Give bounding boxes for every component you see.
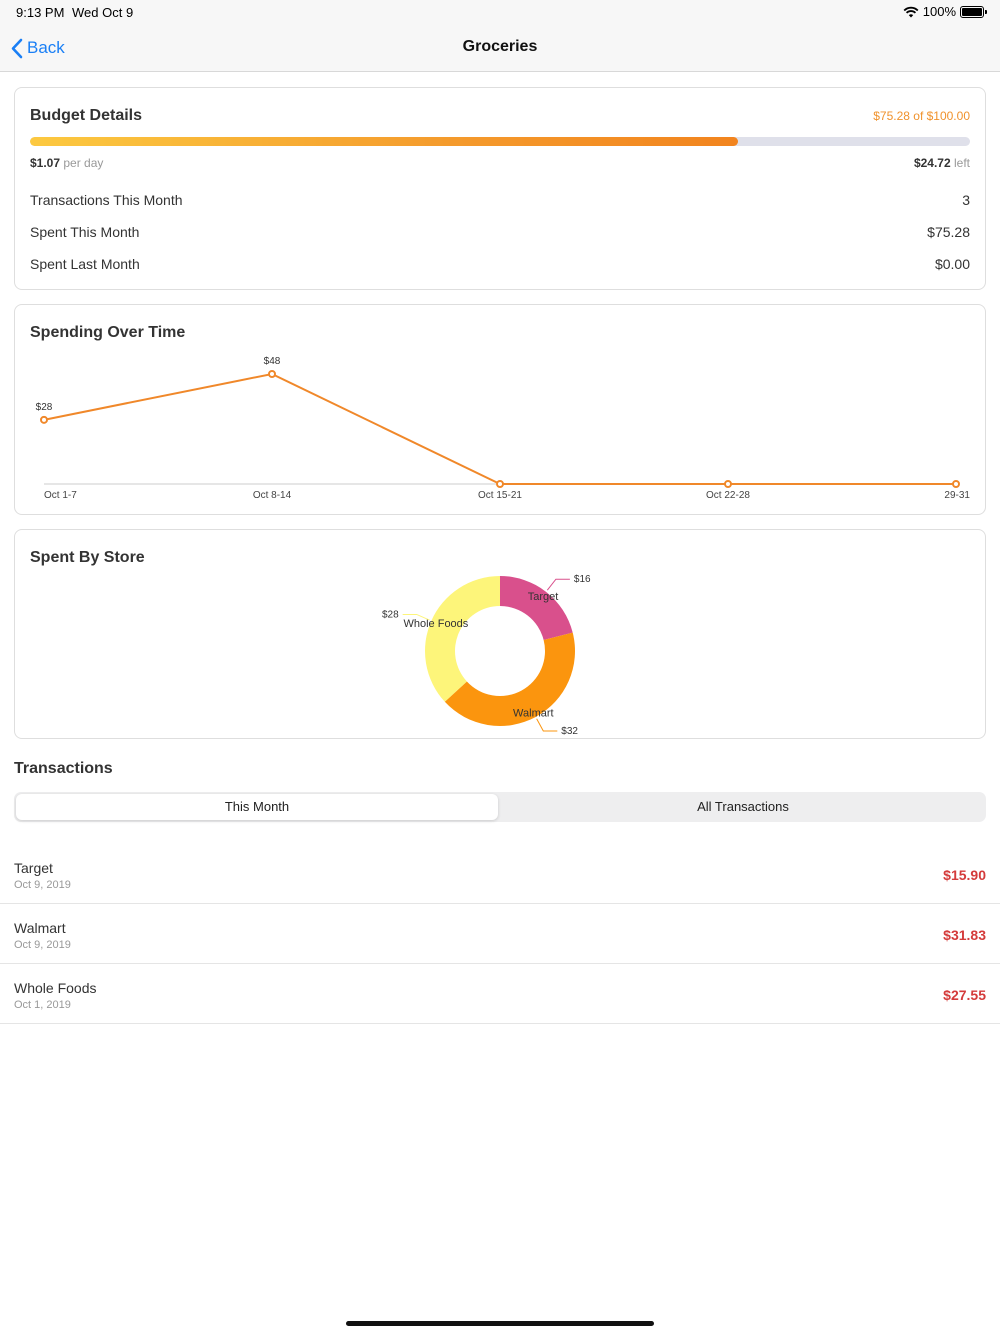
x-tick-label: Oct 22-28	[706, 490, 750, 501]
battery-percent: 100%	[922, 4, 956, 19]
transaction-date: Oct 9, 2019	[14, 939, 71, 951]
budget-progress-fill	[30, 137, 738, 146]
transaction-amount: $31.83	[943, 927, 986, 943]
transaction-date: Oct 9, 2019	[14, 879, 71, 891]
stat-row-spent-last-month: Spent Last Month $0.00	[30, 256, 970, 276]
transaction-amount: $27.55	[943, 987, 986, 1003]
data-point	[496, 480, 504, 488]
transaction-store: Whole Foods	[14, 980, 97, 996]
data-point	[40, 415, 48, 424]
budget-progress-bar	[30, 137, 970, 146]
stat-label: Transactions This Month	[30, 192, 183, 208]
transaction-store: Walmart	[14, 920, 66, 936]
x-tick-label: Oct 15-21	[478, 490, 522, 501]
budget-details-title: Budget Details	[30, 107, 143, 124]
spending-line-chart: $28 Oct 1-7 $48 Oct 8-14 Oct 15-21 Oct 22-28 2…	[36, 356, 971, 501]
status-bar: 9:13 PM Wed Oct 9 100%	[0, 0, 1000, 24]
stat-value: $75.28	[927, 224, 970, 240]
budget-amount-text: $75.28 of $100.00	[873, 109, 970, 123]
spending-over-time-card: Spending Over Time $28 Oct 1-7 $48 Oct 8-14…	[14, 304, 986, 515]
stat-label: Spent This Month	[30, 224, 140, 240]
stat-row-transactions: Transactions This Month 3	[30, 192, 970, 212]
transaction-row[interactable]: Whole Foods Oct 1, 2019 $27.55	[0, 964, 1000, 1024]
spent-by-store-card: Spent By Store Target $16 Walmart $32 Whole …	[14, 529, 986, 739]
slice-value-label: $32	[561, 726, 578, 737]
tab-this-month[interactable]: This Month	[16, 794, 498, 820]
stat-row-spent-this-month: Spent This Month $75.28	[30, 224, 970, 244]
left-amount-text: $24.72 left	[914, 156, 970, 170]
per-day-value: $1.07	[30, 156, 61, 170]
slice-value-label: $28	[382, 609, 399, 620]
transaction-row[interactable]: Target Oct 9, 2019 $15.90	[0, 844, 1000, 904]
battery-icon	[960, 5, 987, 18]
data-label: $28	[36, 402, 53, 413]
transaction-date: Oct 1, 2019	[14, 999, 71, 1011]
data-label: $48	[264, 356, 281, 367]
x-tick-label: 29-31	[944, 490, 970, 501]
transactions-title: Transactions	[14, 760, 113, 777]
data-point	[952, 480, 960, 488]
navigation-bar: Back Groceries	[0, 24, 1000, 72]
slice	[425, 576, 500, 702]
status-time: 9:13 PM	[16, 5, 65, 20]
left-label: left	[953, 156, 970, 170]
per-day-label: per day	[63, 156, 104, 170]
slice-name-label: Walmart	[513, 708, 554, 720]
home-indicator	[346, 1321, 654, 1326]
series-line	[43, 372, 956, 485]
tab-all-transactions[interactable]: All Transactions	[502, 794, 984, 820]
data-point	[268, 370, 276, 378]
transactions-segmented-control: This Month All Transactions	[14, 792, 986, 822]
stat-label: Spent Last Month	[30, 256, 140, 272]
slice-value-label: $16	[574, 574, 591, 585]
transaction-amount: $15.90	[943, 867, 986, 883]
x-tick-label: Oct 8-14	[253, 490, 292, 501]
data-point	[724, 480, 732, 488]
budget-details-card: Budget Details $75.28 of $100.00 $1.07 p…	[14, 87, 986, 290]
slice-name-label: Target	[528, 591, 559, 603]
slice	[500, 576, 573, 640]
x-tick-label: Oct 1-7	[44, 490, 77, 501]
status-right: 100%	[903, 4, 987, 19]
store-donut-chart: Target $16 Walmart $32 Whole Foods $28	[382, 574, 591, 737]
transaction-store: Target	[14, 860, 53, 876]
slice-name-label: Whole Foods	[403, 618, 468, 630]
page-title: Groceries	[462, 38, 538, 55]
stat-value: 3	[962, 192, 970, 208]
stat-value: $0.00	[934, 256, 970, 272]
leader-line	[546, 578, 570, 591]
left-value: $24.72	[913, 156, 951, 170]
per-day-text: $1.07 per day	[30, 156, 103, 170]
status-date: Wed Oct 9	[72, 5, 134, 20]
leader-line	[536, 718, 558, 732]
wifi-icon	[903, 6, 919, 17]
transaction-row[interactable]: Walmart Oct 9, 2019 $31.83	[0, 904, 1000, 964]
